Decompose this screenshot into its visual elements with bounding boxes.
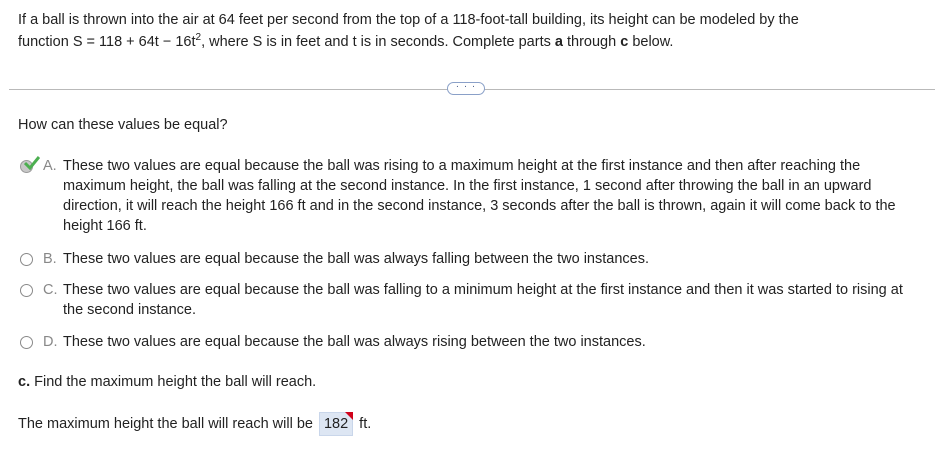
option-a-text: These two values are equal because the b… bbox=[63, 158, 896, 234]
option-b-radio[interactable] bbox=[20, 253, 33, 266]
question-text: How can these values be equal? bbox=[18, 117, 228, 133]
option-d-letter: D. bbox=[43, 334, 58, 350]
part-a-label: a bbox=[554, 34, 563, 50]
problem-statement: If a ball is thrown into the air at 64 f… bbox=[18, 9, 918, 53]
option-c-text: These two values are equal because the b… bbox=[63, 282, 903, 318]
problem-text-mid: , where S is in feet and t is in seconds… bbox=[201, 34, 555, 50]
answer-unit: ft. bbox=[359, 416, 372, 432]
option-b-letter: B. bbox=[43, 251, 57, 267]
option-b-text: These two values are equal because the b… bbox=[63, 251, 649, 267]
option-a-radio[interactable] bbox=[20, 156, 40, 173]
problem-line-1: If a ball is thrown into the air at 64 f… bbox=[18, 12, 799, 28]
option-c-letter: C. bbox=[43, 282, 58, 298]
expand-more-button[interactable]: · · · bbox=[447, 82, 485, 95]
option-a[interactable]: A. These two values are equal because th… bbox=[20, 156, 913, 236]
checkmark-icon bbox=[24, 156, 40, 170]
part-c-prompt: c. Find the maximum height the ball will… bbox=[18, 374, 316, 390]
option-c[interactable]: C. These two values are equal because th… bbox=[20, 280, 913, 320]
part-c-text: Find the maximum height the ball will re… bbox=[30, 374, 317, 390]
problem-line-2: function S = 118 + 64t − 16t2, where S i… bbox=[18, 31, 918, 53]
part-c-label: c. bbox=[18, 374, 31, 390]
answer-prefix: The maximum height the ball will reach w… bbox=[18, 416, 313, 432]
option-d-radio[interactable] bbox=[20, 336, 33, 349]
option-c-radio[interactable] bbox=[20, 284, 33, 297]
function-text: function S = 118 + 64t − 16t bbox=[18, 34, 196, 50]
answer-line: The maximum height the ball will reach w… bbox=[18, 412, 371, 436]
through-text: through bbox=[562, 34, 621, 50]
incorrect-flag-icon bbox=[345, 412, 354, 420]
option-d[interactable]: D. These two values are equal because th… bbox=[20, 332, 913, 352]
option-d-text: These two values are equal because the b… bbox=[63, 334, 646, 350]
below-text: below. bbox=[628, 34, 674, 50]
answer-input[interactable]: 182 bbox=[318, 412, 354, 436]
option-b[interactable]: B. These two values are equal because th… bbox=[20, 249, 913, 269]
